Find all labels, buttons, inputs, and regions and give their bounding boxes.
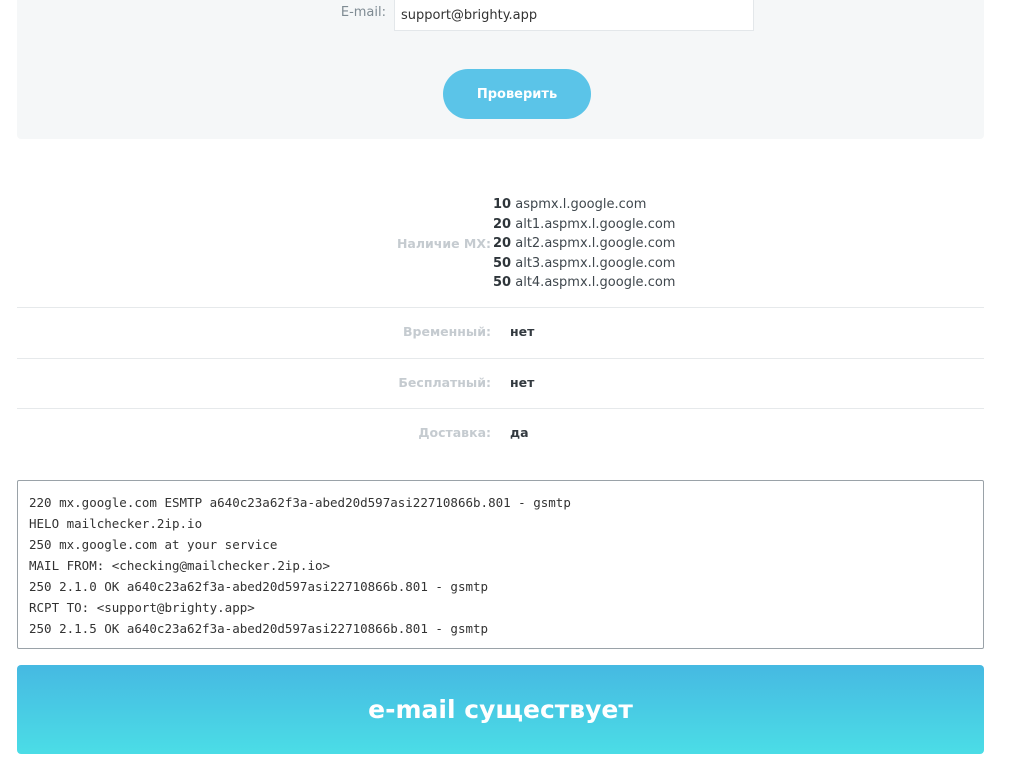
temporary-row: Временный: нет: [17, 308, 984, 359]
mx-host: alt3.aspmx.l.google.com: [515, 255, 676, 271]
mx-priority: 20: [493, 236, 512, 251]
mx-priority: 10: [493, 197, 512, 212]
mx-record: 20 alt1.aspmx.l.google.com: [493, 215, 675, 235]
email-field-label: E-mail:: [340, 5, 386, 20]
free-row: Бесплатный: нет: [17, 359, 984, 409]
delivery-value: да: [510, 425, 529, 440]
check-button[interactable]: Проверить: [443, 69, 591, 119]
mx-host: alt1.aspmx.l.google.com: [515, 216, 676, 232]
smtp-log-line: 220 mx.google.com ESMTP a640c23a62f3a-ab…: [29, 495, 571, 510]
mx-label: Наличие MX:: [396, 236, 491, 251]
mx-records-list: 10 aspmx.l.google.com 20 alt1.aspmx.l.go…: [493, 195, 675, 293]
smtp-log-line: HELO mailchecker.2ip.io: [29, 516, 203, 531]
mx-host: alt2.aspmx.l.google.com: [515, 236, 676, 251]
mx-priority: 20: [493, 216, 512, 232]
smtp-log-line: 250 2.1.0 OK a640c23a62f3a-abed20d597asi…: [29, 579, 489, 594]
verdict-banner: e-mail существует: [17, 665, 984, 754]
free-label: Бесплатный:: [398, 375, 491, 390]
temporary-label: Временный:: [403, 324, 491, 339]
mx-record: 10 aspmx.l.google.com: [493, 195, 675, 215]
check-form-panel: E-mail: Проверить: [17, 0, 984, 139]
smtp-log-line: 250 mx.google.com at your service: [29, 537, 278, 552]
email-field[interactable]: [394, 0, 754, 31]
verdict-text: e-mail существует: [368, 695, 633, 724]
smtp-log-line: 250 2.1.5 OK a640c23a62f3a-abed20d597asi…: [29, 621, 489, 636]
mx-host: aspmx.l.google.com: [515, 197, 647, 212]
temporary-value: нет: [510, 324, 535, 339]
free-value: нет: [510, 375, 535, 390]
mx-priority: 50: [493, 275, 512, 290]
mx-record: 50 alt3.aspmx.l.google.com: [493, 254, 675, 274]
delivery-row: Доставка: да: [17, 409, 984, 459]
delivery-label: Доставка:: [418, 425, 491, 440]
mx-priority: 50: [493, 255, 512, 271]
mx-host: alt4.aspmx.l.google.com: [515, 275, 676, 290]
smtp-log-line: RCPT TO: <support@brighty.app>: [29, 600, 255, 615]
mx-record: 50 alt4.aspmx.l.google.com: [493, 273, 675, 293]
mx-record: 20 alt2.aspmx.l.google.com: [493, 234, 675, 254]
smtp-log[interactable]: 220 mx.google.com ESMTP a640c23a62f3a-ab…: [17, 480, 984, 649]
smtp-log-line: MAIL FROM: <checking@mailchecker.2ip.io>: [29, 558, 331, 573]
